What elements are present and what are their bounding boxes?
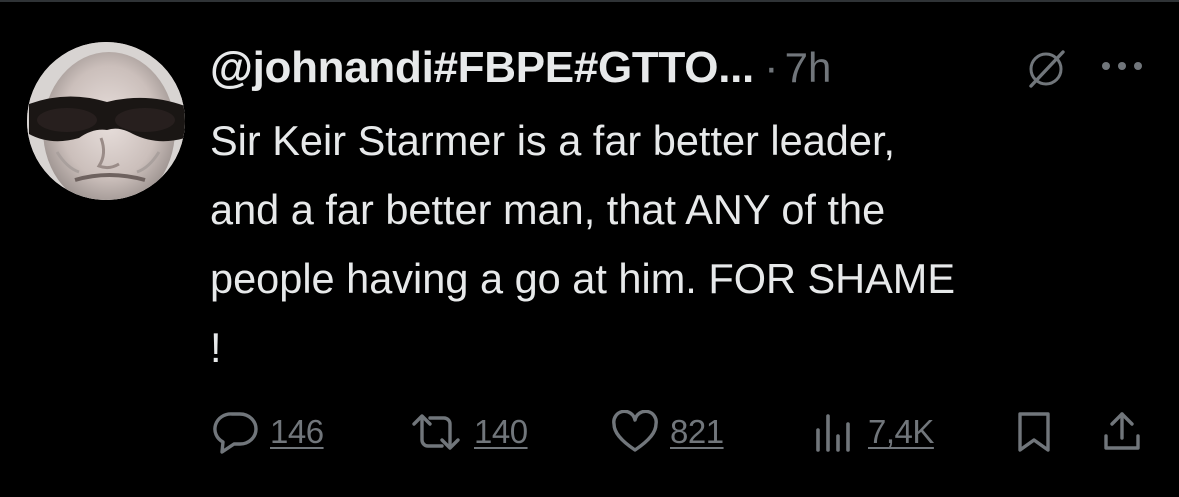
grok-icon[interactable] [1025, 48, 1067, 90]
heart-icon [612, 410, 658, 452]
top-divider [0, 0, 1179, 2]
share-button[interactable] [1100, 408, 1144, 456]
avatar[interactable] [27, 42, 185, 200]
repost-arrows-icon [412, 414, 460, 450]
reply-count[interactable]: 146 [270, 413, 324, 451]
repost-count[interactable]: 140 [474, 413, 528, 451]
repost-button[interactable]: 140 [408, 408, 528, 456]
speech-bubble-icon [213, 412, 258, 454]
header-separator: · [763, 43, 779, 92]
views-button[interactable]: 7,4K [810, 408, 934, 456]
bar-chart-icon [816, 414, 850, 452]
timestamp[interactable]: 7h [785, 44, 832, 92]
share-upload-icon [1104, 412, 1140, 450]
bookmark-icon [1018, 412, 1050, 452]
tweet-header: @johnandi#FBPE#GTTO... · 7h [210, 38, 970, 98]
reply-button[interactable]: 146 [212, 408, 324, 456]
more-dots-icon[interactable] [1098, 54, 1146, 78]
author-handle[interactable]: @johnandi#FBPE#GTTO... [210, 43, 754, 93]
like-count[interactable]: 821 [670, 413, 724, 451]
like-button[interactable]: 821 [610, 408, 724, 456]
bookmark-button[interactable] [1014, 408, 1054, 456]
view-count[interactable]: 7,4K [868, 413, 934, 451]
avatar-image [27, 42, 185, 200]
tweet-text: Sir Keir Starmer is a far better leader,… [210, 117, 956, 371]
